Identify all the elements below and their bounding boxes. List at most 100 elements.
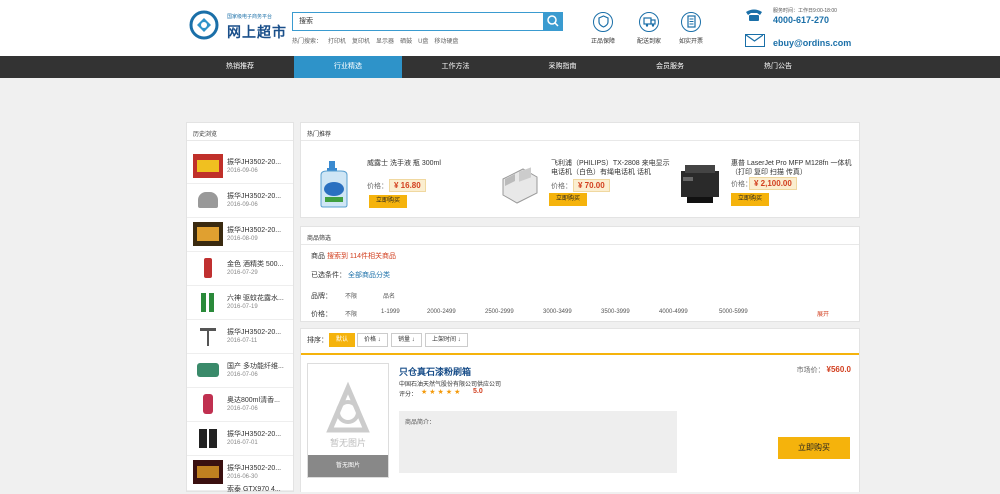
expand-link[interactable]: 展开 — [817, 309, 829, 318]
nav-item-hot[interactable]: 热销推荐 — [186, 56, 294, 78]
history-item[interactable]: 振华JH3502-20... 2016-08-09 — [187, 219, 293, 252]
hot-products-panel: 热门推荐 威露士 洗手液 瓶 300ml 价格： ¥ 16.80 立即购买 飞利… — [300, 122, 860, 218]
history-item-name: 振华JH3502-20... — [227, 159, 282, 166]
selected-label: 已选条件： — [311, 272, 346, 279]
price-label: 价格： — [551, 183, 572, 190]
history-item-name: 振华JH3502-20... — [227, 193, 282, 200]
product-image — [502, 167, 538, 204]
logo-mark-icon — [189, 10, 219, 40]
history-item-date: 2016-07-06 — [227, 406, 258, 412]
no-image-icon: 暂无图片 — [326, 381, 370, 449]
hot-product-card[interactable]: 惠普 LaserJet Pro MFP M128fn 一体机（打印 复印 扫描 … — [679, 155, 859, 215]
feature-genuine[interactable]: 正品保障 — [583, 12, 623, 45]
hot-word-link[interactable]: 打印机 — [328, 39, 346, 45]
selected-value[interactable]: 全部商品分类 — [348, 272, 390, 279]
logo-subtitle: 国家级电子商务平台 — [227, 14, 273, 20]
logo-title: 网上超市 — [227, 24, 287, 40]
hot-product-card[interactable]: 威露士 洗手液 瓶 300ml 价格： ¥ 16.80 立即购买 — [315, 155, 495, 215]
shield-icon — [593, 12, 613, 32]
filter-option[interactable]: 品名 — [383, 291, 395, 300]
filter-title: 商品筛选 — [301, 227, 859, 245]
price-filter-label: 价格： — [311, 311, 332, 318]
hot-product-card[interactable]: 飞利浦（PHILIPS）TX-2808 来电显示电话机（白色）有绳电话机 话机 … — [499, 155, 689, 215]
buy-now-button[interactable]: 立即购买 — [369, 195, 407, 208]
search-button[interactable] — [544, 12, 563, 31]
hot-word-link[interactable]: 显示器 — [376, 39, 394, 45]
product-title[interactable]: 只仓真石漆粉刷箱 — [399, 365, 471, 378]
sort-price-button[interactable]: 价格 ↓ — [357, 333, 388, 347]
buy-now-button[interactable]: 立即购买 — [549, 193, 587, 206]
filter-option[interactable]: 1-1999 — [381, 309, 400, 315]
filter-option[interactable]: 5000-5999 — [719, 309, 748, 315]
product-company[interactable]: 中国石油天然气股份有限公司供应公司 — [399, 379, 501, 388]
history-item[interactable]: 振华JH3502-20... 2016-09-06 — [187, 151, 293, 184]
product-description: 商品简介： — [399, 411, 677, 473]
buy-now-button[interactable]: 立即购买 — [778, 437, 850, 459]
rating-score: 5.0 — [473, 388, 483, 395]
history-item-date: 2016-09-06 — [227, 168, 258, 174]
filter-option[interactable]: 2500-2999 — [485, 309, 514, 315]
product-thumbnail — [193, 358, 223, 382]
history-item[interactable]: 振华JH3502-20... 2016-07-11 — [187, 321, 293, 354]
invoice-icon — [681, 12, 701, 32]
hot-word-link[interactable]: 复印机 — [352, 39, 370, 45]
filter-option[interactable]: 不限 — [345, 291, 357, 300]
filter-option[interactable]: 4000-4999 — [659, 309, 688, 315]
product-image-placeholder[interactable]: 暂无图片 暂无图片 — [307, 363, 389, 478]
hot-word-link[interactable]: U盘 — [418, 39, 428, 45]
site-logo[interactable]: 国家级电子商务平台 网上超市 — [189, 10, 309, 44]
history-item[interactable]: 振华JH3502-20... 2016-07-01 — [187, 423, 293, 456]
contact-info: 服务时间：工作日9:00-18:00 4000-617-270 ebuy@ord… — [744, 6, 864, 52]
nav-item-notice[interactable]: 热门公告 — [724, 56, 832, 78]
nav-item-guide[interactable]: 采购指南 — [509, 56, 616, 78]
image-caption: 暂无图片 — [308, 455, 388, 477]
filter-option[interactable]: 3000-3499 — [543, 309, 572, 315]
history-item-date: 2016-07-19 — [227, 304, 258, 310]
brand-filter-label: 品牌： — [311, 293, 332, 300]
mail-icon — [745, 34, 765, 47]
history-item[interactable]: 国产 多功能纤维... 2016-07-06 — [187, 355, 293, 388]
filter-option[interactable]: 3500-3999 — [601, 309, 630, 315]
sort-default-button[interactable]: 默认 — [329, 333, 356, 347]
result-summary: 商品 搜索到 114件相关商品 — [311, 251, 396, 261]
sort-bar: 排序： 默认 价格 ↓ 销量 ↓ 上架时间 ↓ — [301, 329, 859, 351]
filter-option[interactable]: 2000-2499 — [427, 309, 456, 315]
history-item[interactable]: 金色 酒精类 500... 2016-07-29 — [187, 253, 293, 286]
history-item[interactable]: 奥达800ml清香... 2016-07-06 — [187, 389, 293, 422]
history-item-name: 六神 驱蚊花露水... — [227, 295, 284, 302]
hot-product-price: ¥ 16.80 — [389, 179, 426, 192]
product-thumbnail — [193, 460, 223, 484]
sort-time-button[interactable]: 上架时间 ↓ — [425, 333, 468, 347]
search-input[interactable]: 搜索 — [292, 12, 544, 31]
product-thumbnail — [193, 324, 223, 348]
history-title: 历史浏览 — [187, 123, 293, 141]
history-item-name: 振华JH3502-20... — [227, 431, 282, 438]
history-item-name: 振华JH3502-20... — [227, 329, 282, 336]
feature-delivery[interactable]: 配送到家 — [629, 12, 669, 45]
email-address[interactable]: ebuy@ordins.com — [773, 38, 851, 48]
history-item[interactable]: 振华JH3502-20... 2016-09-06 — [187, 185, 293, 218]
nav-item-method[interactable]: 工作方法 — [402, 56, 509, 78]
history-item[interactable]: 六神 驱蚊花露水... 2016-07-19 — [187, 287, 293, 320]
nav-item-member[interactable]: 会员服务 — [616, 56, 724, 78]
hot-word-link[interactable]: 硒鼓 — [400, 39, 412, 45]
filter-panel: 商品筛选 商品 搜索到 114件相关商品 已选条件： 全部商品分类 品牌： 不限… — [300, 226, 860, 322]
history-item-name: 奥达800ml清香... — [227, 397, 280, 404]
rating-stars: ★★★★★ — [421, 389, 463, 396]
market-price: 市场价： ¥560.0 — [797, 365, 851, 375]
summary-label: 商品 — [311, 253, 325, 260]
history-item-date: 2016-06-30 — [227, 474, 258, 480]
phone-number[interactable]: 4000-617-270 — [773, 15, 829, 25]
buy-now-button[interactable]: 立即购买 — [731, 193, 769, 206]
hot-word-link[interactable]: 移动硬盘 — [434, 39, 458, 45]
feature-invoice[interactable]: 如实开票 — [671, 12, 711, 45]
nav-item-industry[interactable]: 行业精选 — [294, 56, 402, 78]
history-item-date: 2016-09-06 — [227, 202, 258, 208]
sort-sales-button[interactable]: 销量 ↓ — [391, 333, 422, 347]
truck-icon — [639, 12, 659, 32]
hot-search-words: 热门搜索： 打印机 复印机 显示器 硒鼓 U盘 移动硬盘 — [292, 36, 464, 45]
filter-option[interactable]: 不限 — [345, 309, 357, 318]
product-thumbnail — [193, 222, 223, 246]
phone-icon — [746, 9, 762, 21]
product-thumbnail — [193, 426, 223, 450]
